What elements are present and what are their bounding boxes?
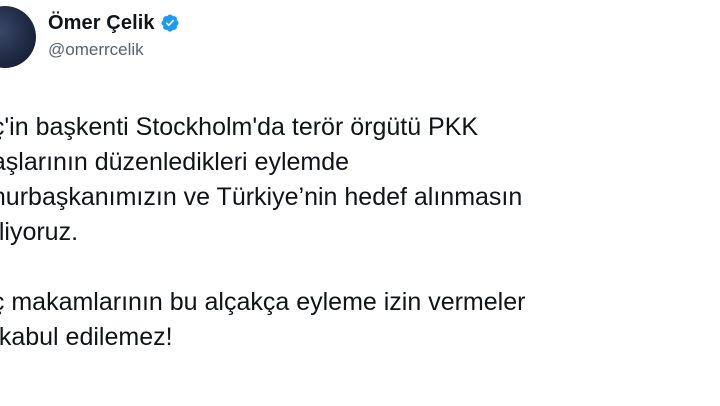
tweet-text-line: eç makamlarının bu alçakça eyleme izin v…	[0, 288, 526, 316]
tweet-text-line: eç'in başkenti Stockholm'da terör örgütü…	[0, 113, 479, 141]
name-row: Ömer Çelik	[48, 10, 180, 36]
tweet-text: eç'in başkenti Stockholm'da terör örgütü…	[0, 110, 720, 355]
tweet-text-line: nhurbaşkanımızın ve Türkiye’nin hedef al…	[0, 183, 523, 211]
display-name[interactable]: Ömer Çelik	[48, 12, 155, 35]
tweet-text-line: a kabul edilemez!	[0, 323, 173, 351]
verified-badge-icon	[160, 13, 180, 33]
tweet-text-line: daşlarının düzenledikleri eylemde	[0, 148, 350, 176]
tweet-card: Ömer Çelik @omerrcelik eç'in başkenti St…	[0, 0, 720, 406]
handle[interactable]: @omerrcelik	[48, 40, 180, 60]
avatar[interactable]	[0, 6, 36, 68]
tweet-text-line: etliyoruz.	[0, 218, 79, 246]
author-block: Ömer Çelik @omerrcelik	[48, 10, 180, 60]
